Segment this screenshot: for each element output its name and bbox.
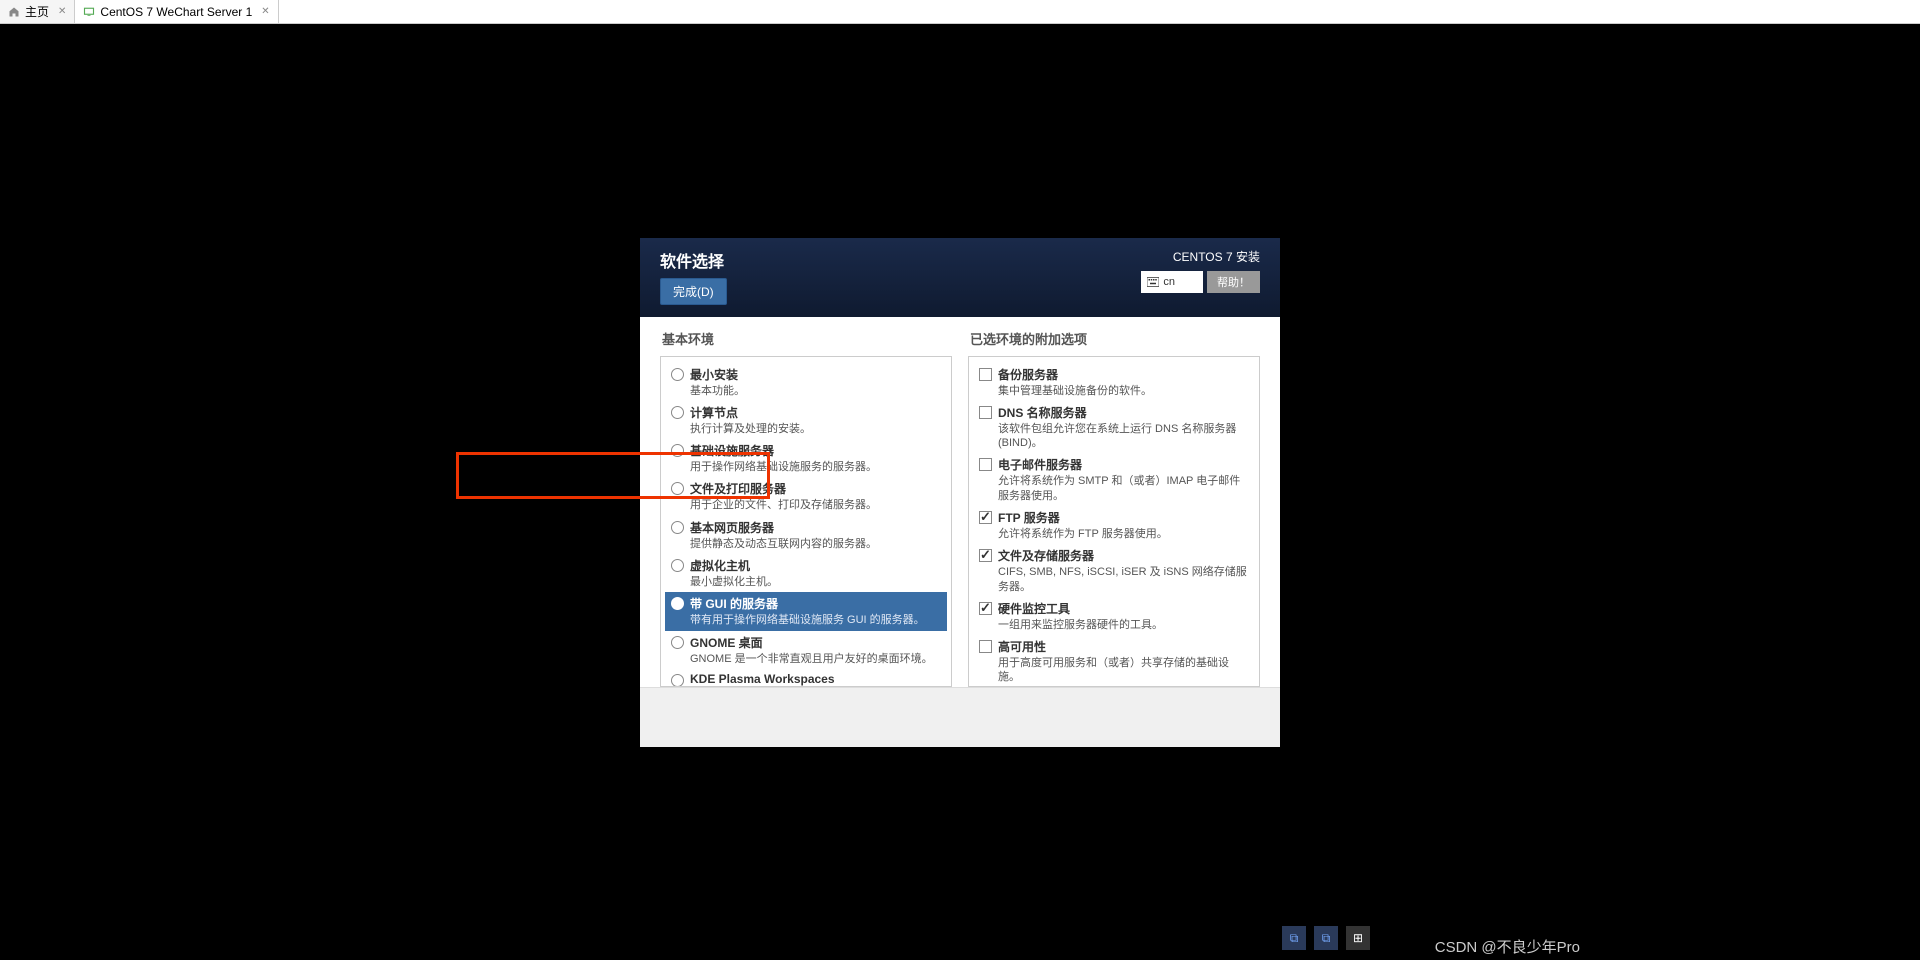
radio-icon	[671, 559, 684, 572]
checkbox-icon	[979, 458, 992, 471]
checkbox-icon	[979, 602, 992, 615]
addon-option[interactable]: FTP 服务器允许将系统作为 FTP 服务器使用。	[973, 506, 1255, 544]
addon-description: 一组用来监控服务器硬件的工具。	[998, 618, 1249, 632]
addon-option[interactable]: 高可用性用于高度可用服务和（或者）共享存储的基础设施。	[973, 635, 1255, 686]
environment-option[interactable]: 基础设施服务器用于操作网络基础设施服务的服务器。	[665, 439, 947, 477]
home-icon	[8, 6, 20, 18]
radio-icon	[671, 636, 684, 649]
addon-description: 允许将系统作为 FTP 服务器使用。	[998, 527, 1249, 541]
tab-vm-label: CentOS 7 WeChart Server 1	[100, 5, 252, 19]
checkbox-icon	[979, 406, 992, 419]
addon-option[interactable]: DNS 名称服务器该软件包组允许您在系统上运行 DNS 名称服务器(BIND)。	[973, 401, 1255, 454]
option-title: 最小安装	[690, 366, 941, 383]
checkbox-icon	[979, 549, 992, 562]
header-subtitle: CENTOS 7 安装	[1141, 248, 1260, 265]
addon-description: 该软件包组允许您在系统上运行 DNS 名称服务器(BIND)。	[998, 422, 1249, 451]
keyboard-layout-selector[interactable]: cn	[1141, 271, 1203, 293]
addon-title: 高可用性	[998, 638, 1249, 655]
tab-home[interactable]: 主页 ✕	[0, 0, 75, 23]
installer-window: 软件选择 完成(D) CENTOS 7 安装 cn 帮助！ 基本环境 最小安装基…	[640, 238, 1280, 747]
taskbar-app-icon-1[interactable]: ⧉	[1282, 926, 1306, 950]
addon-title: 备份服务器	[998, 366, 1249, 383]
checkbox-icon	[979, 511, 992, 524]
option-title: 计算节点	[690, 404, 941, 421]
vm-viewport: 软件选择 完成(D) CENTOS 7 安装 cn 帮助！ 基本环境 最小安装基…	[0, 24, 1920, 960]
option-title: 带 GUI 的服务器	[690, 595, 941, 612]
environment-option[interactable]: 最小安装基本功能。	[665, 363, 947, 401]
addons-list[interactable]: 备份服务器集中管理基础设施备份的软件。DNS 名称服务器该软件包组允许您在系统上…	[968, 356, 1260, 687]
tab-home-label: 主页	[25, 3, 49, 20]
section-title-right: 已选环境的附加选项	[968, 329, 1260, 348]
option-title: KDE Plasma Workspaces	[690, 672, 941, 686]
watermark-text: CSDN @不良少年Pro	[1435, 936, 1580, 957]
option-description: 提供静态及动态互联网内容的服务器。	[690, 537, 941, 551]
radio-icon	[671, 674, 684, 687]
environment-option[interactable]: 基本网页服务器提供静态及动态互联网内容的服务器。	[665, 516, 947, 554]
page-title: 软件选择	[660, 248, 727, 272]
close-icon[interactable]: ✕	[261, 6, 269, 17]
option-description: 执行计算及处理的安装。	[690, 422, 941, 436]
option-description: 用于操作网络基础设施服务的服务器。	[690, 460, 941, 474]
installer-footer	[640, 687, 1280, 747]
radio-icon	[671, 482, 684, 495]
option-title: 虚拟化主机	[690, 557, 941, 574]
addon-option[interactable]: 电子邮件服务器允许将系统作为 SMTP 和（或者）IMAP 电子邮件服务器使用。	[973, 453, 1255, 506]
monitor-icon	[83, 6, 95, 18]
host-taskbar-icons: ⧉ ⧉ ⊞	[1282, 926, 1370, 950]
taskbar-app-icon-2[interactable]: ⧉	[1314, 926, 1338, 950]
addon-description: 允许将系统作为 SMTP 和（或者）IMAP 电子邮件服务器使用。	[998, 474, 1249, 503]
radio-icon	[671, 444, 684, 457]
option-title: GNOME 桌面	[690, 634, 941, 651]
close-icon[interactable]: ✕	[58, 6, 66, 17]
addon-title: DNS 名称服务器	[998, 404, 1249, 421]
addon-description: 集中管理基础设施备份的软件。	[998, 384, 1249, 398]
radio-icon	[671, 521, 684, 534]
environment-option[interactable]: 计算节点执行计算及处理的安装。	[665, 401, 947, 439]
environment-option[interactable]: 带 GUI 的服务器带有用于操作网络基础设施服务 GUI 的服务器。	[665, 592, 947, 630]
base-environment-column: 基本环境 最小安装基本功能。计算节点执行计算及处理的安装。基础设施服务器用于操作…	[660, 329, 952, 687]
addon-title: 文件及存储服务器	[998, 547, 1249, 564]
checkbox-icon	[979, 368, 992, 381]
done-button[interactable]: 完成(D)	[660, 278, 727, 305]
addon-option[interactable]: 文件及存储服务器CIFS, SMB, NFS, iSCSI, iSER 及 iS…	[973, 544, 1255, 597]
keyboard-icon	[1147, 277, 1159, 287]
environment-list[interactable]: 最小安装基本功能。计算节点执行计算及处理的安装。基础设施服务器用于操作网络基础设…	[660, 356, 952, 687]
radio-icon	[671, 597, 684, 610]
installer-header: 软件选择 完成(D) CENTOS 7 安装 cn 帮助！	[640, 238, 1280, 317]
addon-title: 电子邮件服务器	[998, 456, 1249, 473]
environment-option[interactable]: KDE Plasma WorkspacesKDE Plasma Workspac…	[665, 669, 947, 687]
section-title-left: 基本环境	[660, 329, 952, 348]
environment-option[interactable]: GNOME 桌面GNOME 是一个非常直观且用户友好的桌面环境。	[665, 631, 947, 669]
radio-icon	[671, 406, 684, 419]
addon-title: 硬件监控工具	[998, 600, 1249, 617]
addon-description: CIFS, SMB, NFS, iSCSI, iSER 及 iSNS 网络存储服…	[998, 565, 1249, 594]
option-description: 用于企业的文件、打印及存储服务器。	[690, 498, 941, 512]
addons-column: 已选环境的附加选项 备份服务器集中管理基础设施备份的软件。DNS 名称服务器该软…	[968, 329, 1260, 687]
option-description: GNOME 是一个非常直观且用户友好的桌面环境。	[690, 652, 941, 666]
checkbox-icon	[979, 640, 992, 653]
option-description: 带有用于操作网络基础设施服务 GUI 的服务器。	[690, 613, 941, 627]
addon-option[interactable]: 硬件监控工具一组用来监控服务器硬件的工具。	[973, 597, 1255, 635]
option-title: 文件及打印服务器	[690, 480, 941, 497]
environment-option[interactable]: 虚拟化主机最小虚拟化主机。	[665, 554, 947, 592]
help-button[interactable]: 帮助！	[1207, 271, 1260, 293]
environment-option[interactable]: 文件及打印服务器用于企业的文件、打印及存储服务器。	[665, 477, 947, 515]
taskbar-app-icon-3[interactable]: ⊞	[1346, 926, 1370, 950]
option-description: 最小虚拟化主机。	[690, 575, 941, 589]
option-title: 基础设施服务器	[690, 442, 941, 459]
option-title: 基本网页服务器	[690, 519, 941, 536]
option-description: 基本功能。	[690, 384, 941, 398]
addon-option[interactable]: 备份服务器集中管理基础设施备份的软件。	[973, 363, 1255, 401]
addon-description: 用于高度可用服务和（或者）共享存储的基础设施。	[998, 656, 1249, 685]
vm-tab-bar: 主页 ✕ CentOS 7 WeChart Server 1 ✕	[0, 0, 1920, 24]
tab-vm[interactable]: CentOS 7 WeChart Server 1 ✕	[75, 0, 278, 23]
radio-icon	[671, 368, 684, 381]
addon-title: FTP 服务器	[998, 509, 1249, 526]
